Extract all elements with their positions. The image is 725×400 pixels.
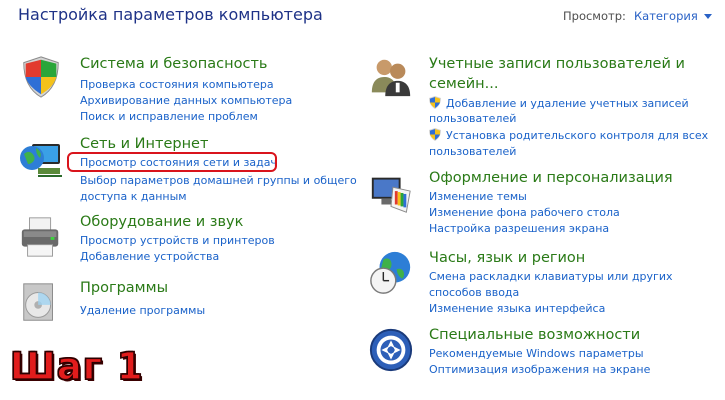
- category-title-system[interactable]: Система и безопасность: [80, 56, 267, 72]
- link-check-computer-status[interactable]: Проверка состояния компьютера: [80, 78, 274, 91]
- link-change-keyboard-cont[interactable]: способов ввода: [429, 286, 519, 299]
- link-troubleshoot[interactable]: Поиск и исправление проблем: [80, 110, 258, 123]
- category-title-network[interactable]: Сеть и Интернет: [80, 136, 208, 152]
- link-change-wallpaper[interactable]: Изменение фона рабочего стола: [429, 206, 620, 219]
- view-mode-dropdown[interactable]: Категория: [634, 9, 712, 23]
- category-title-clock[interactable]: Часы, язык и регион: [429, 250, 585, 266]
- network-globe-icon[interactable]: [18, 136, 66, 184]
- link-recommended-settings[interactable]: Рекомендуемые Windows параметры: [429, 347, 644, 360]
- category-title-programs[interactable]: Программы: [80, 280, 168, 296]
- category-title-appearance[interactable]: Оформление и персонализация: [429, 170, 673, 186]
- uac-shield-icon: [429, 128, 441, 141]
- category-title-users-line1[interactable]: Учетные записи пользователей и: [429, 56, 685, 72]
- view-mode-value: Категория: [634, 9, 698, 23]
- link-optimize-display[interactable]: Оптимизация изображения на экране: [429, 363, 650, 376]
- shield-security-icon[interactable]: [18, 54, 64, 100]
- uac-shield-icon: [429, 96, 441, 109]
- link-parental-controls-cont[interactable]: пользователей: [429, 145, 516, 158]
- link-add-remove-accounts[interactable]: Добавление и удаление учетных записей: [446, 97, 689, 110]
- link-sharing-access[interactable]: доступа к данным: [80, 190, 187, 203]
- link-change-display-language[interactable]: Изменение языка интерфейса: [429, 302, 605, 315]
- users-icon[interactable]: [368, 54, 414, 100]
- link-change-keyboard[interactable]: Смена раскладки клавиатуры или других: [429, 270, 673, 283]
- link-devices-printers[interactable]: Просмотр устройств и принтеров: [80, 234, 275, 247]
- printer-icon[interactable]: [18, 214, 64, 260]
- category-title-accessibility[interactable]: Специальные возможности: [429, 327, 640, 343]
- clock-globe-icon[interactable]: [368, 250, 414, 296]
- programs-disc-icon[interactable]: [18, 280, 64, 326]
- link-parental-controls[interactable]: Установка родительского контроля для все…: [446, 129, 708, 142]
- category-title-users-line2[interactable]: семейн...: [429, 76, 498, 92]
- link-change-theme[interactable]: Изменение темы: [429, 190, 527, 203]
- link-screen-resolution[interactable]: Настройка разрешения экрана: [429, 222, 609, 235]
- chevron-down-icon: [703, 13, 712, 19]
- monitor-palette-icon[interactable]: [368, 170, 414, 216]
- accessibility-icon[interactable]: [368, 327, 414, 373]
- page-title: Настройка параметров компьютера: [18, 5, 323, 24]
- highlight-frame: [67, 152, 277, 172]
- view-label: Просмотр:: [563, 9, 626, 23]
- step-label: Шаг 1: [9, 344, 144, 388]
- link-backup-computer[interactable]: Архивирование данных компьютера: [80, 94, 292, 107]
- link-homegroup[interactable]: Выбор параметров домашней группы и общег…: [80, 174, 357, 187]
- link-add-remove-accounts-cont[interactable]: пользователей: [429, 112, 516, 125]
- link-uninstall-program[interactable]: Удаление программы: [80, 304, 205, 317]
- category-title-hardware[interactable]: Оборудование и звук: [80, 214, 243, 230]
- link-add-device[interactable]: Добавление устройства: [80, 250, 219, 263]
